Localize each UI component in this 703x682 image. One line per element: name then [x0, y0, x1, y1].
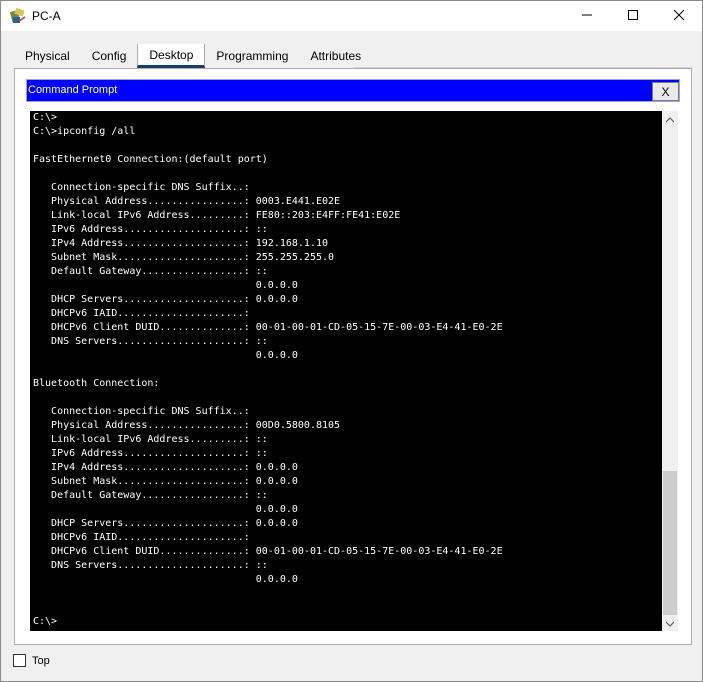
- desktop-tab-panel: Command Prompt X C:\> C:\>ipconfig /all …: [14, 68, 692, 645]
- terminal-line: DHCP Servers....................: 0.0.0.…: [51, 294, 298, 305]
- tab-physical[interactable]: Physical: [14, 44, 81, 68]
- terminal-line: 0.0.0.0: [255, 280, 298, 291]
- terminal-line: Physical Address................: 0003.E…: [51, 196, 341, 207]
- terminal-line: Default Gateway.................: ::: [51, 490, 268, 501]
- terminal-line: IPv4 Address....................: 192.16…: [51, 238, 329, 249]
- close-icon: [673, 9, 685, 23]
- terminal-line: IPv6 Address....................: ::: [51, 224, 268, 235]
- terminal-line: C:\>ipconfig /all: [33, 126, 136, 137]
- maximize-icon: [628, 9, 638, 23]
- scroll-down-arrow-icon: [665, 616, 675, 630]
- terminal-line: Subnet Mask.....................: 255.25…: [51, 252, 335, 263]
- command-prompt-header: Command Prompt: [26, 79, 680, 102]
- terminal-line: Link-local IPv6 Address.........: FE80::…: [51, 210, 401, 221]
- terminal-text[interactable]: C:\> C:\>ipconfig /all FastEthernet0 Con…: [30, 111, 662, 629]
- packet-tracer-pc-icon: [9, 7, 26, 24]
- scroll-thumb[interactable]: [663, 471, 677, 615]
- terminal-line: Connection-specific DNS Suffix..:: [51, 182, 250, 193]
- terminal-line: C:\>: [33, 112, 58, 123]
- close-button[interactable]: [656, 1, 702, 31]
- terminal-line: DHCPv6 Client DUID..............: 00-01-…: [51, 546, 503, 557]
- terminal-line: Default Gateway.................: ::: [51, 266, 268, 277]
- terminal-line: DHCPv6 Client DUID..............: 00-01-…: [51, 322, 503, 333]
- command-prompt-close-button[interactable]: X: [652, 82, 679, 101]
- terminal-line: DHCPv6 IAID.....................:: [51, 308, 250, 319]
- scroll-up-arrow-icon: [665, 112, 675, 126]
- scroll-down-button[interactable]: [662, 615, 678, 631]
- terminal-line: 0.0.0.0: [255, 350, 298, 361]
- command-prompt-title: Command Prompt: [28, 84, 118, 96]
- terminal-line: DNS Servers.....................: ::: [51, 560, 268, 571]
- maximize-button[interactable]: [610, 1, 656, 31]
- terminal-line: C:\>: [33, 616, 58, 627]
- tab-desktop[interactable]: Desktop: [137, 44, 206, 68]
- terminal-line: Connection-specific DNS Suffix..:: [51, 406, 250, 417]
- terminal-line: DHCPv6 IAID.....................:: [51, 532, 250, 543]
- minimize-button[interactable]: [564, 1, 610, 31]
- terminal-line: Link-local IPv6 Address.........: ::: [51, 434, 268, 445]
- terminal-output[interactable]: C:\> C:\>ipconfig /all FastEthernet0 Con…: [30, 111, 662, 631]
- terminal-line: Subnet Mask.....................: 0.0.0.…: [51, 476, 298, 487]
- tab-bar: Physical Config Desktop Programming Attr…: [14, 44, 373, 68]
- tab-attributes[interactable]: Attributes: [299, 44, 373, 68]
- terminal-line: 0.0.0.0: [255, 504, 298, 515]
- minimize-icon: [582, 9, 592, 23]
- window-title: PC-A: [32, 9, 61, 23]
- top-checkbox-label: Top: [32, 655, 50, 667]
- terminal-line: DNS Servers.....................: ::: [51, 336, 268, 347]
- top-checkbox[interactable]: [13, 654, 26, 667]
- terminal-line: DHCP Servers....................: 0.0.0.…: [51, 518, 298, 529]
- terminal-line: IPv6 Address....................: ::: [51, 448, 268, 459]
- scroll-up-button[interactable]: [662, 111, 678, 127]
- tab-programming[interactable]: Programming: [205, 44, 300, 68]
- terminal-line: IPv4 Address....................: 0.0.0.…: [51, 462, 298, 473]
- terminal-line: Physical Address................: 00D0.5…: [51, 420, 341, 431]
- pc-a-window: PC-A Physical Config Desktop Programming…: [0, 0, 703, 682]
- title-bar[interactable]: PC-A: [1, 1, 702, 31]
- terminal-line: FastEthernet0 Connection:(default port): [33, 154, 268, 165]
- tab-config[interactable]: Config: [80, 44, 138, 68]
- terminal-line: Bluetooth Connection:: [33, 378, 160, 389]
- terminal-scrollbar[interactable]: [662, 111, 678, 631]
- terminal-line: 0.0.0.0: [255, 574, 298, 585]
